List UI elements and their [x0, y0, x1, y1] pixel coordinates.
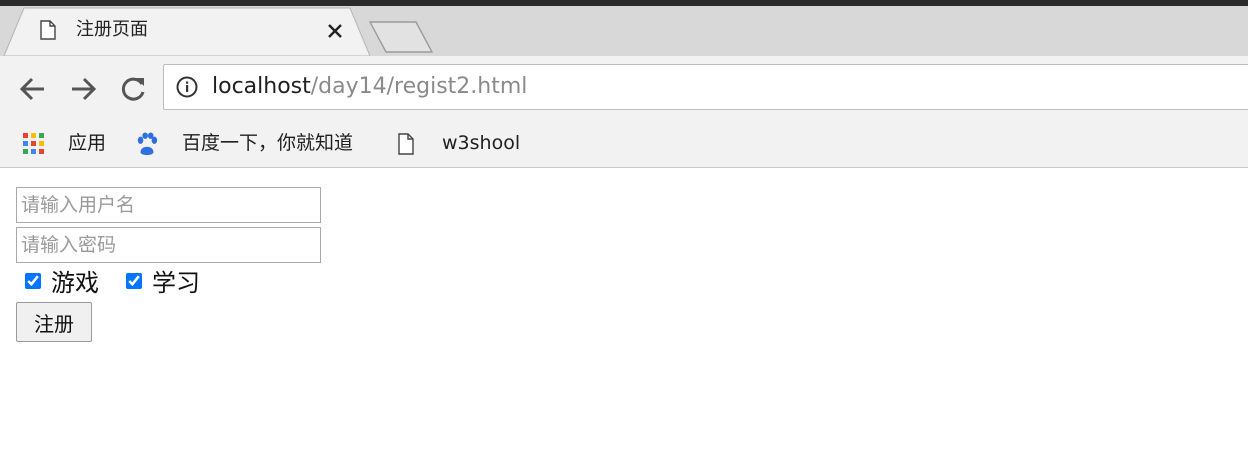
bookmark-w3shool[interactable]: w3shool [442, 132, 520, 154]
bookmark-apps[interactable]: 应用 [68, 132, 106, 154]
address-bar[interactable]: localhost/day14/regist2.html [163, 64, 1248, 110]
checkbox-game-label: 游戏 [51, 269, 99, 297]
arrow-left-icon[interactable] [18, 74, 48, 104]
new-tab-button[interactable] [368, 16, 434, 56]
reload-icon[interactable] [118, 74, 148, 104]
arrow-right-icon[interactable] [68, 74, 98, 104]
tab-strip: 注册页面 [0, 0, 1248, 56]
tab-title: 注册页面 [76, 19, 148, 40]
page-content: 游戏 学习 注册 [0, 168, 1248, 460]
baidu-paw-icon [137, 132, 158, 156]
close-icon[interactable] [324, 20, 346, 42]
password-input[interactable] [16, 227, 321, 263]
checkbox-study[interactable] [126, 273, 142, 289]
username-input[interactable] [16, 187, 321, 223]
bookmarks-bar: 应用 百度一下，你就知道 w3shool [0, 122, 1248, 168]
apps-grid-icon[interactable] [22, 132, 46, 156]
url-path: /day14/regist2.html [310, 74, 528, 99]
toolbar: localhost/day14/regist2.html [0, 56, 1248, 122]
url-text[interactable]: localhost/day14/regist2.html [212, 74, 527, 100]
checkbox-study-label: 学习 [152, 269, 200, 297]
page-icon [40, 20, 56, 40]
register-button[interactable]: 注册 [16, 302, 92, 342]
info-icon[interactable] [176, 76, 198, 98]
page-icon [398, 133, 414, 155]
url-host: localhost [212, 74, 311, 99]
checkbox-game[interactable] [25, 273, 41, 289]
bookmark-baidu[interactable]: 百度一下，你就知道 [182, 132, 353, 154]
